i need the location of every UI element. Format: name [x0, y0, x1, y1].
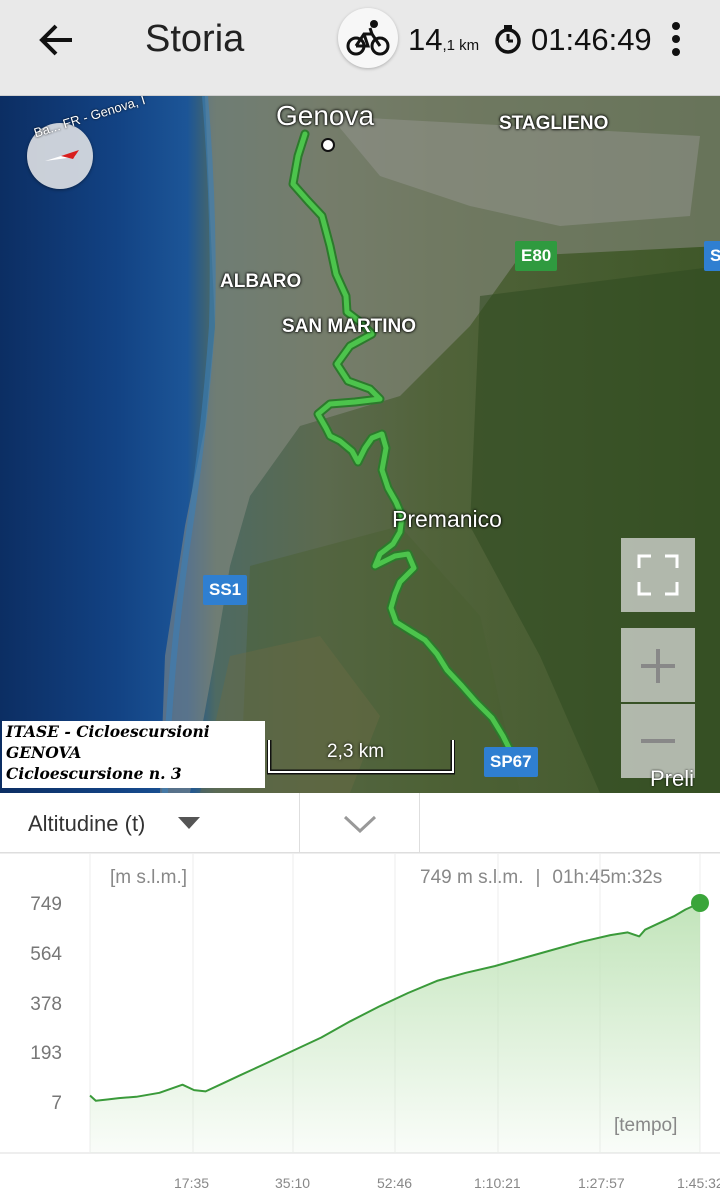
expand-chart-button[interactable]	[300, 793, 420, 853]
chart-readout: 749 m s.l.m. | 01h:45m:32s	[420, 867, 662, 889]
x-tick-label: 35:10	[275, 1175, 311, 1191]
place-san-martino: SAN MARTINO	[282, 316, 417, 337]
y-tick-label: 749	[30, 894, 62, 915]
elapsed-time: 01:46:49	[531, 22, 652, 57]
x-tick-label: 1:27:57	[578, 1175, 625, 1191]
road-sign-sp67: SP67	[484, 747, 538, 777]
metric-dropdown[interactable]: Altitudine (t)	[0, 793, 300, 853]
activity-type-button[interactable]	[338, 8, 398, 68]
watermark-line-2: GENOVA	[6, 743, 82, 762]
road-sign-ss1: SS1	[203, 575, 248, 605]
place-genova: Genova	[276, 100, 375, 131]
y-tick-label: 193	[30, 1043, 62, 1064]
x-tick-label: 17:35	[174, 1175, 210, 1191]
arrow-back-icon	[39, 24, 72, 56]
distance-readout: 14,1 km	[408, 22, 479, 58]
map-scale-label: 2,3 km	[327, 741, 385, 762]
back-button[interactable]	[28, 18, 84, 62]
fullscreen-icon	[637, 554, 679, 596]
map-provider-label: Preli	[650, 766, 695, 791]
altitude-chart-plot	[0, 853, 720, 1154]
road-sign-edge: S	[704, 241, 720, 271]
y-tick-label: 378	[30, 994, 62, 1015]
dropdown-caret-icon	[178, 817, 200, 829]
place-albaro: ALBARO	[220, 271, 302, 292]
x-tick-label: 52:46	[377, 1175, 413, 1191]
readout-time: 01h:45m:32s	[552, 867, 663, 888]
road-sign-e80: E80	[515, 241, 558, 271]
route-map[interactable]: Ba... FR - Genova, I` Genova STAGLIENO A…	[0, 96, 720, 793]
place-staglieno: STAGLIENO	[499, 113, 609, 134]
readout-altitude: 749 m s.l.m.	[420, 867, 524, 888]
more-vert-icon	[672, 22, 680, 56]
satellite-terrain	[160, 96, 720, 793]
more-options-button[interactable]	[664, 20, 688, 60]
y-tick-label: 564	[30, 944, 62, 965]
club-watermark: ITASE - Cicloescursioni GENOVA Cicloescu…	[2, 721, 265, 788]
app-header: Storia 14,1 km 01:46:49	[0, 0, 720, 96]
watermark-line-1: ITASE - Cicloescursioni	[6, 722, 210, 741]
page-title: Storia	[145, 18, 245, 60]
chevron-down-icon	[343, 815, 377, 833]
readout-separator: |	[535, 867, 541, 888]
chart-selector-bar: Altitudine (t)	[0, 793, 720, 853]
watermark-line-3: Cicloescursione n. 3	[6, 764, 182, 783]
distance-value: 14	[408, 22, 443, 57]
x-tick-label: 1:45:32	[677, 1175, 720, 1191]
metric-dropdown-label: Altitudine (t)	[28, 811, 146, 836]
x-axis-unit-label: [tempo]	[614, 1115, 678, 1136]
bicycle-icon	[346, 20, 390, 56]
route-start-marker	[321, 138, 335, 152]
y-axis-unit-label: [m s.l.m.]	[110, 867, 188, 888]
x-tick-label: 1:10:21	[474, 1175, 521, 1191]
plus-icon	[641, 649, 675, 683]
current-position-marker	[691, 894, 709, 912]
distance-unit: ,1 km	[442, 37, 480, 54]
zoom-in-button[interactable]	[621, 628, 695, 702]
y-tick-label: 7	[51, 1093, 62, 1114]
stopwatch-icon	[495, 25, 521, 54]
altitude-chart[interactable]: [m s.l.m.] 749 m s.l.m. | 01h:45m:32s 749 …	[0, 853, 720, 1200]
place-premanico: Premanico	[392, 506, 502, 532]
fullscreen-button[interactable]	[621, 538, 695, 612]
